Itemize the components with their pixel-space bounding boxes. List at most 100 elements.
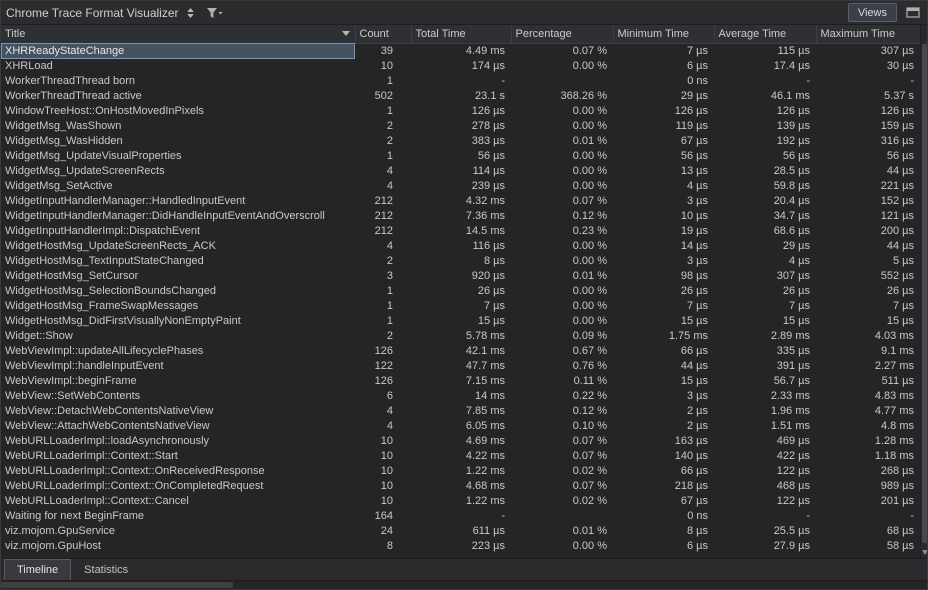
table-row[interactable]: XHRLoad10174 µs0.00 %6 µs17.4 µs30 µs — [1, 59, 920, 74]
cell-total-time: 7.85 ms — [411, 404, 511, 419]
cell-count: 2 — [355, 254, 411, 269]
table-row[interactable]: WidgetHostMsg_FrameSwapMessages17 µs0.00… — [1, 299, 920, 314]
table-row[interactable]: WebViewImpl::beginFrame1267.15 ms0.11 %1… — [1, 374, 920, 389]
cell-title: WidgetMsg_UpdateVisualProperties — [1, 149, 355, 164]
tab-timeline[interactable]: Timeline — [4, 559, 71, 580]
table-row[interactable]: viz.mojom.GpuService24611 µs0.01 %8 µs25… — [1, 524, 920, 539]
cell-average-time: 34.7 µs — [714, 209, 816, 224]
cell-maximum-time: 126 µs — [816, 104, 920, 119]
column-header-maximum-time[interactable]: Maximum Time — [816, 25, 920, 43]
table-row[interactable]: WebView::SetWebContents614 ms0.22 %3 µs2… — [1, 389, 920, 404]
cell-maximum-time: 5.37 s — [816, 89, 920, 104]
table-row[interactable]: WorkerThreadThread born1-0 ns-- — [1, 74, 920, 89]
column-header-percentage[interactable]: Percentage — [511, 25, 613, 43]
cell-maximum-time: 58 µs — [816, 539, 920, 554]
table-row[interactable]: Widget::Show25.78 ms0.09 %1.75 ms2.89 ms… — [1, 329, 920, 344]
table-row[interactable]: WebURLLoaderImpl::Context::OnCompletedRe… — [1, 479, 920, 494]
cell-title: WidgetMsg_SetActive — [1, 179, 355, 194]
cell-title: WidgetHostMsg_SelectionBoundsChanged — [1, 284, 355, 299]
table-row[interactable]: WebView::DetachWebContentsNativeView47.8… — [1, 404, 920, 419]
scroll-down-icon[interactable] — [922, 550, 927, 555]
panel-icon[interactable] — [904, 6, 922, 19]
column-header-average-time[interactable]: Average Time — [714, 25, 816, 43]
cell-maximum-time: 2.27 ms — [816, 359, 920, 374]
table-row[interactable]: WebURLLoaderImpl::Context::OnReceivedRes… — [1, 464, 920, 479]
cell-title: WebView::AttachWebContentsNativeView — [1, 419, 355, 434]
cell-percentage: 0.23 % — [511, 224, 613, 239]
table-row[interactable]: WidgetHostMsg_SelectionBoundsChanged126 … — [1, 284, 920, 299]
horizontal-scrollbar-thumb[interactable] — [1, 582, 233, 588]
cell-count: 4 — [355, 404, 411, 419]
cell-maximum-time: 152 µs — [816, 194, 920, 209]
table-row[interactable]: viz.mojom.GpuHost8223 µs0.00 %6 µs27.9 µ… — [1, 539, 920, 554]
table-row[interactable]: WidgetHostMsg_DidFirstVisuallyNonEmptyPa… — [1, 314, 920, 329]
table-row[interactable]: WidgetMsg_WasShown2278 µs0.00 %119 µs139… — [1, 119, 920, 134]
table-row[interactable]: WidgetInputHandlerManager::DidHandleInpu… — [1, 209, 920, 224]
table-row[interactable]: WindowTreeHost::OnHostMovedInPixels1126 … — [1, 104, 920, 119]
cell-minimum-time: 15 µs — [613, 314, 714, 329]
cell-percentage: 368.26 % — [511, 89, 613, 104]
cell-maximum-time: 307 µs — [816, 43, 920, 59]
cell-count: 212 — [355, 224, 411, 239]
cell-minimum-time: 56 µs — [613, 149, 714, 164]
trace-selector[interactable]: Chrome Trace Format Visualizer — [6, 6, 197, 20]
cell-total-time: 1.22 ms — [411, 464, 511, 479]
table-row[interactable]: XHRReadyStateChange394.49 ms0.07 %7 µs11… — [1, 43, 920, 59]
table-row[interactable]: WorkerThreadThread active50223.1 s368.26… — [1, 89, 920, 104]
cell-percentage: 0.11 % — [511, 374, 613, 389]
cell-percentage: 0.76 % — [511, 359, 613, 374]
table-row[interactable]: WidgetMsg_UpdateVisualProperties156 µs0.… — [1, 149, 920, 164]
cell-percentage: 0.22 % — [511, 389, 613, 404]
cell-total-time: 14.5 ms — [411, 224, 511, 239]
cell-average-time: - — [714, 74, 816, 89]
cell-title: WebURLLoaderImpl::Context::OnCompletedRe… — [1, 479, 355, 494]
table-row[interactable]: WidgetHostMsg_TextInputStateChanged28 µs… — [1, 254, 920, 269]
column-header-title[interactable]: Title — [1, 25, 355, 43]
table-row[interactable]: WidgetMsg_SetActive4239 µs0.00 %4 µs59.8… — [1, 179, 920, 194]
table-row[interactable]: WebViewImpl::updateAllLifecyclePhases126… — [1, 344, 920, 359]
cell-total-time: 4.22 ms — [411, 449, 511, 464]
table-row[interactable]: WebView::AttachWebContentsNativeView46.0… — [1, 419, 920, 434]
cell-title: WorkerThreadThread active — [1, 89, 355, 104]
cell-minimum-time: 67 µs — [613, 134, 714, 149]
column-header-total-time[interactable]: Total Time — [411, 25, 511, 43]
table-row[interactable]: WidgetMsg_UpdateScreenRects4114 µs0.00 %… — [1, 164, 920, 179]
cell-percentage: 0.07 % — [511, 43, 613, 59]
cell-total-time: 5.78 ms — [411, 329, 511, 344]
cell-maximum-time: 4.8 ms — [816, 419, 920, 434]
table-row[interactable]: WidgetMsg_WasHidden2383 µs0.01 %67 µs192… — [1, 134, 920, 149]
cell-title: WebViewImpl::beginFrame — [1, 374, 355, 389]
table-header-row: Title Count Total Time Percentage Minimu… — [1, 25, 920, 43]
cell-count: 10 — [355, 59, 411, 74]
cell-percentage: 0.67 % — [511, 344, 613, 359]
table-row[interactable]: WebURLLoaderImpl::Context::Start104.22 m… — [1, 449, 920, 464]
up-down-arrows-icon[interactable] — [184, 6, 197, 20]
vertical-scrollbar-thumb[interactable] — [922, 44, 927, 543]
cell-title: Widget::Show — [1, 329, 355, 344]
cell-average-time: 468 µs — [714, 479, 816, 494]
table-row[interactable]: WidgetHostMsg_SetCursor3920 µs0.01 %98 µ… — [1, 269, 920, 284]
cell-average-time: 68.6 µs — [714, 224, 816, 239]
cell-minimum-time: 8 µs — [613, 524, 714, 539]
vertical-scrollbar[interactable] — [920, 25, 927, 558]
cell-count: 1 — [355, 284, 411, 299]
table-row[interactable]: WebViewImpl::handleInputEvent12247.7 ms0… — [1, 359, 920, 374]
horizontal-scrollbar[interactable] — [1, 580, 927, 589]
table-row[interactable]: Waiting for next BeginFrame164-0 ns-- — [1, 509, 920, 524]
column-header-count[interactable]: Count — [355, 25, 411, 43]
table-row[interactable]: WebURLLoaderImpl::loadAsynchronously104.… — [1, 434, 920, 449]
table-row[interactable]: WidgetHostMsg_UpdateScreenRects_ACK4116 … — [1, 239, 920, 254]
table-row[interactable]: WebURLLoaderImpl::Context::Cancel101.22 … — [1, 494, 920, 509]
tab-statistics[interactable]: Statistics — [72, 559, 140, 580]
table-row[interactable]: WidgetInputHandlerImpl::DispatchEvent212… — [1, 224, 920, 239]
cell-maximum-time: 268 µs — [816, 464, 920, 479]
column-header-minimum-time[interactable]: Minimum Time — [613, 25, 714, 43]
cell-minimum-time: 66 µs — [613, 344, 714, 359]
cell-maximum-time: 7 µs — [816, 299, 920, 314]
views-button[interactable]: Views — [848, 3, 897, 22]
filter-icon[interactable] — [204, 6, 225, 20]
cell-total-time: 23.1 s — [411, 89, 511, 104]
views-button-label: Views — [858, 7, 887, 19]
cell-count: 2 — [355, 134, 411, 149]
table-row[interactable]: WidgetInputHandlerManager::HandledInputE… — [1, 194, 920, 209]
